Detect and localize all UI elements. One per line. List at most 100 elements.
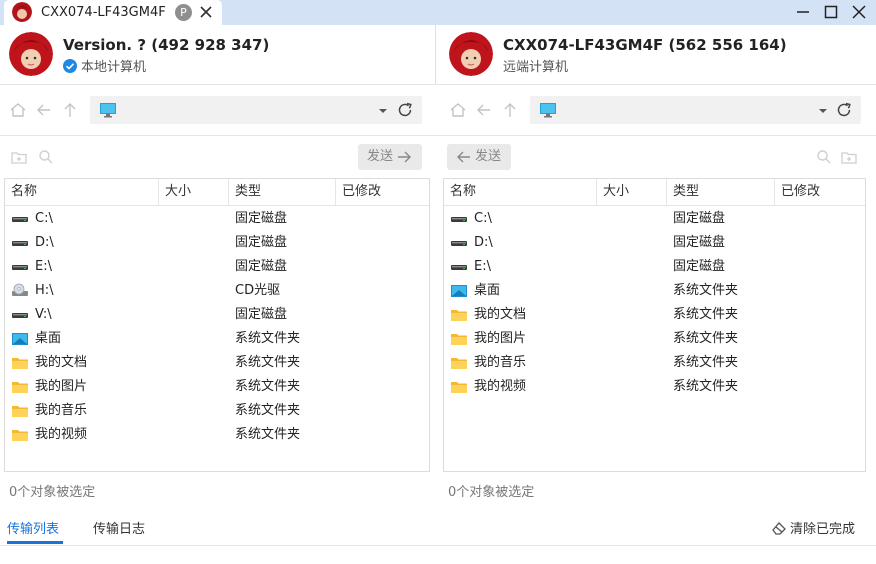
file-name: 桌面 (474, 283, 501, 298)
file-type: 系统文件夹 (235, 379, 301, 394)
file-type: 系统文件夹 (673, 283, 739, 298)
file-row[interactable]: C:\ 固定磁盘 (444, 207, 865, 231)
arrow-left-icon (456, 149, 472, 175)
column-modified[interactable]: 已修改 (775, 179, 865, 205)
send-to-local-button[interactable]: 发送 (447, 144, 511, 170)
file-row[interactable]: E:\ 固定磁盘 (5, 255, 429, 279)
session-tab[interactable]: CXX074-LF43GM4F P (4, 0, 222, 25)
close-tab-icon[interactable] (200, 6, 212, 18)
column-name[interactable]: 名称 (5, 179, 159, 205)
eraser-icon (771, 522, 790, 537)
tab-transfer-log[interactable]: 传输日志 (93, 518, 145, 537)
bottom-tabs-separator (0, 545, 876, 546)
file-type: 系统文件夹 (673, 379, 739, 394)
search-icon[interactable] (38, 149, 54, 165)
file-name: D:\ (35, 235, 54, 250)
file-row[interactable]: E:\ 固定磁盘 (444, 255, 865, 279)
folder-icon (450, 307, 468, 323)
remote-path-bar[interactable] (530, 96, 861, 124)
file-row[interactable]: V:\ 固定磁盘 (5, 303, 429, 327)
file-name: V:\ (35, 307, 52, 322)
file-type: 系统文件夹 (235, 331, 301, 346)
file-row[interactable]: 我的视频 系统文件夹 (5, 423, 429, 447)
desktop-icon (450, 283, 468, 299)
new-folder-icon[interactable] (11, 149, 27, 165)
file-row[interactable]: 桌面 系统文件夹 (444, 279, 865, 303)
file-row[interactable]: H:\ CD光驱 (5, 279, 429, 303)
file-name: 我的视频 (35, 427, 88, 442)
column-type[interactable]: 类型 (667, 179, 775, 205)
file-name: C:\ (474, 211, 492, 226)
folder-icon (11, 355, 29, 371)
remote-avatar (449, 32, 493, 76)
local-path-bar[interactable] (90, 96, 422, 124)
remote-file-list[interactable]: 名称 大小 类型 已修改 C:\ 固定磁盘 D:\ 固定磁盘 E:\ 固定磁盘 桌面 系统文件… (443, 178, 866, 472)
drive-icon (11, 307, 29, 323)
file-name: E:\ (35, 259, 52, 274)
home-icon[interactable] (9, 101, 27, 119)
folder-icon (11, 379, 29, 395)
refresh-icon[interactable] (396, 101, 414, 119)
column-header-row: 名称 大小 类型 已修改 (5, 179, 429, 206)
column-type[interactable]: 类型 (229, 179, 336, 205)
verified-check-icon (63, 59, 77, 73)
file-type: 固定磁盘 (673, 235, 726, 250)
maximize-icon[interactable] (822, 3, 840, 21)
file-row[interactable]: D:\ 固定磁盘 (5, 231, 429, 255)
computer-icon (539, 101, 557, 119)
column-size[interactable]: 大小 (159, 179, 229, 205)
file-row[interactable]: 我的图片 系统文件夹 (444, 327, 865, 351)
up-arrow-icon[interactable] (501, 101, 519, 119)
local-file-list[interactable]: 名称 大小 类型 已修改 C:\ 固定磁盘 D:\ 固定磁盘 E:\ 固定磁盘 H:\ CD光… (4, 178, 430, 472)
file-row[interactable]: 我的视频 系统文件夹 (444, 375, 865, 399)
clear-completed-button[interactable]: 清除已完成 (771, 518, 855, 537)
file-row[interactable]: 我的音乐 系统文件夹 (444, 351, 865, 375)
remote-peer-subtitle: 远端计算机 (503, 60, 569, 75)
file-row[interactable]: 我的文档 系统文件夹 (5, 351, 429, 375)
column-header-row: 名称 大小 类型 已修改 (444, 179, 865, 206)
file-type: 系统文件夹 (235, 403, 301, 418)
cd-drive-icon (11, 283, 29, 299)
title-bar: CXX074-LF43GM4F P (0, 0, 876, 25)
file-row[interactable]: 我的音乐 系统文件夹 (5, 399, 429, 423)
file-row[interactable]: C:\ 固定磁盘 (5, 207, 429, 231)
back-arrow-icon[interactable] (475, 101, 493, 119)
remote-status-text: 0个对象被选定 (448, 485, 535, 500)
clear-completed-label: 清除已完成 (790, 522, 856, 537)
tab-transfer-list[interactable]: 传输列表 (7, 518, 59, 537)
file-name: E:\ (474, 259, 491, 274)
send-to-remote-button[interactable]: 发送 (358, 144, 422, 170)
file-row[interactable]: 桌面 系统文件夹 (5, 327, 429, 351)
new-folder-icon[interactable] (841, 149, 857, 165)
column-modified[interactable]: 已修改 (336, 179, 429, 205)
file-type: 系统文件夹 (673, 355, 739, 370)
back-arrow-icon[interactable] (35, 101, 53, 119)
file-row[interactable]: 我的图片 系统文件夹 (5, 375, 429, 399)
column-name[interactable]: 名称 (444, 179, 597, 205)
search-icon[interactable] (816, 149, 832, 165)
folder-icon (11, 403, 29, 419)
chevron-down-icon[interactable] (378, 105, 388, 115)
file-type: 系统文件夹 (235, 427, 301, 442)
nav-separator (0, 135, 876, 136)
home-icon[interactable] (449, 101, 467, 119)
file-row[interactable]: D:\ 固定磁盘 (444, 231, 865, 255)
column-size[interactable]: 大小 (597, 179, 667, 205)
file-type: 系统文件夹 (235, 355, 301, 370)
file-row[interactable]: 我的文档 系统文件夹 (444, 303, 865, 327)
close-window-icon[interactable] (850, 3, 868, 21)
folder-icon (11, 427, 29, 443)
remote-peer-name: CXX074-LF43GM4F (562 556 164) (503, 36, 787, 54)
minimize-icon[interactable] (794, 3, 812, 21)
file-name: 我的文档 (474, 307, 527, 322)
file-type: 固定磁盘 (235, 307, 288, 322)
drive-icon (450, 211, 468, 227)
up-arrow-icon[interactable] (61, 101, 79, 119)
chevron-down-icon[interactable] (818, 105, 828, 115)
file-type: 固定磁盘 (235, 259, 288, 274)
refresh-icon[interactable] (835, 101, 853, 119)
file-name: D:\ (474, 235, 493, 250)
header-separator (0, 84, 876, 85)
file-name: 我的文档 (35, 355, 88, 370)
arrow-right-icon (396, 149, 412, 175)
